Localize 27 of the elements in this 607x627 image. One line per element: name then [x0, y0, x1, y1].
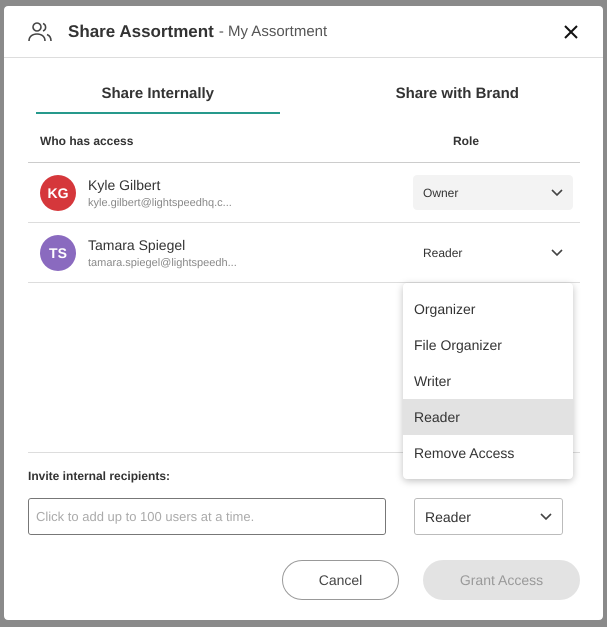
chevron-down-icon [540, 512, 552, 520]
menu-item[interactable]: Writer [403, 363, 573, 399]
tab[interactable]: Share with Brand [336, 85, 579, 114]
close-icon[interactable] [563, 24, 579, 40]
tab[interactable]: Share Internally [36, 85, 280, 114]
menu-item[interactable]: File Organizer [403, 327, 573, 363]
column-header: Who has access [40, 134, 134, 148]
avatar: KG [40, 174, 76, 210]
menu-item[interactable]: Remove Access [403, 435, 573, 471]
dialog-subtitle: - My Assortment [218, 23, 328, 40]
chevron-down-icon [551, 248, 563, 256]
chevron-down-icon [551, 188, 563, 196]
recipients-field[interactable]: Click to add up to 100 users at a time. [28, 498, 386, 535]
menu-item[interactable]: Organizer [403, 291, 573, 327]
column-header: Role [453, 134, 480, 148]
permission-select[interactable]: Reader [414, 498, 563, 535]
user-name: Tamara Spiegel [88, 236, 186, 252]
avatar: TS [40, 234, 76, 270]
dialog-title: Share Assortment [68, 22, 214, 42]
people-icon [28, 20, 52, 42]
role-select[interactable]: Reader [413, 235, 573, 270]
user-email: tamara.spiegel@lightspeedh... [88, 256, 238, 268]
user-name: Kyle Gilbert [88, 176, 162, 192]
menu-item[interactable]: Reader [403, 399, 573, 435]
user-email: kyle.gilbert@lightspeedhq.c... [88, 196, 233, 208]
cancel-button[interactable]: Cancel [282, 560, 399, 600]
invite-label: Invite internal recipients: [28, 469, 172, 483]
